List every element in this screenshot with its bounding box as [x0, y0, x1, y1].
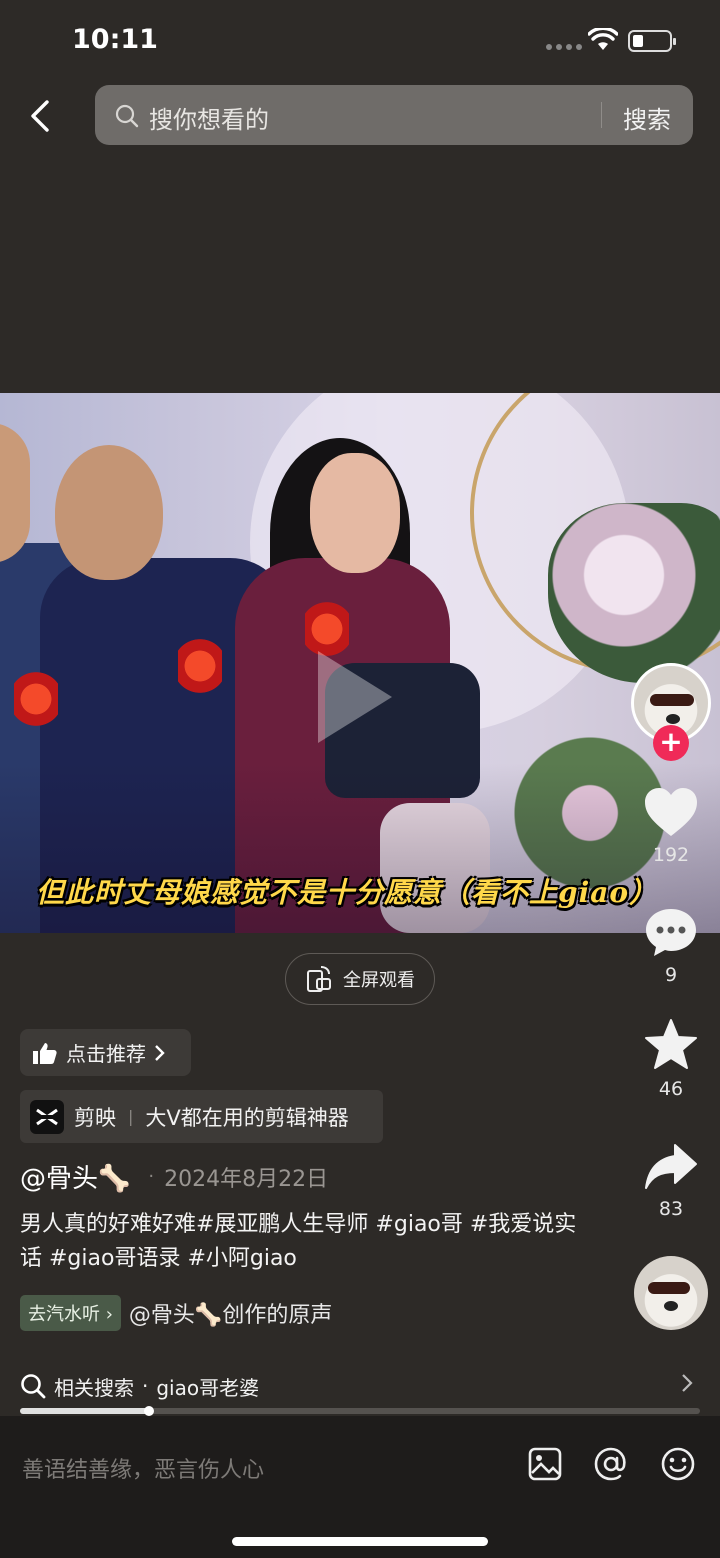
- comment-count: 9: [664, 964, 678, 986]
- battery-icon: [628, 30, 676, 52]
- author-line: @骨头🦴 · 2024年8月22日: [20, 1158, 328, 1195]
- fullscreen-label: 全屏观看: [343, 970, 415, 991]
- share-icon: [645, 1144, 697, 1189]
- capcut-ad-banner[interactable]: 剪映 | 大V都在用的剪辑神器: [20, 1090, 383, 1143]
- emoji-icon[interactable]: [660, 1446, 696, 1482]
- recommend-label: 点击推荐: [66, 1042, 146, 1066]
- music-disc-avatar[interactable]: [634, 1256, 708, 1330]
- video-subtitle: 但此时丈母娘感觉不是十分愿意（看不上giao）: [36, 876, 659, 909]
- recommend-button[interactable]: 点击推荐: [20, 1029, 191, 1076]
- comment-bar: 善语结善缘，恶言伤人心: [0, 1416, 720, 1558]
- back-icon: [31, 100, 49, 132]
- signal-icon: [546, 44, 582, 50]
- comment-button[interactable]: 9: [630, 906, 712, 986]
- like-count: 192: [652, 844, 690, 866]
- chevron-right-icon: [155, 1044, 165, 1061]
- video-player[interactable]: 但此时丈母娘感觉不是十分愿意（看不上giao）: [0, 393, 720, 933]
- comment-input[interactable]: 善语结善缘，恶言伤人心: [22, 1452, 264, 1484]
- video-progress-bar[interactable]: [20, 1406, 700, 1416]
- thumb-up-icon: [33, 1042, 57, 1064]
- search-icon: [21, 1374, 46, 1399]
- search-input[interactable]: 搜你想看的 搜索: [95, 85, 693, 145]
- comment-icon: [646, 909, 696, 956]
- search-divider: [601, 102, 602, 128]
- music-label: @骨头🦴创作的原声: [128, 1303, 333, 1328]
- chevron-right-icon: [682, 1374, 693, 1392]
- play-icon[interactable]: [318, 651, 392, 743]
- at-icon[interactable]: [593, 1446, 629, 1482]
- search-placeholder: 搜你想看的: [149, 106, 269, 134]
- favorite-button[interactable]: 46: [630, 1018, 712, 1100]
- related-search-term: giao哥老婆: [156, 1375, 260, 1400]
- related-search-row[interactable]: 相关搜索 · giao哥老婆: [20, 1368, 700, 1404]
- share-button[interactable]: 83: [630, 1142, 712, 1220]
- search-icon: [115, 104, 139, 128]
- share-count: 83: [658, 1198, 684, 1220]
- wifi-icon: [588, 28, 618, 50]
- search-button[interactable]: 搜索: [623, 100, 671, 135]
- capcut-slogan: 大V都在用的剪辑神器: [145, 1105, 349, 1130]
- corsage: [14, 668, 58, 730]
- capcut-name: 剪映: [74, 1105, 116, 1130]
- rotate-screen-icon: [307, 966, 331, 992]
- star-icon: [645, 1019, 697, 1069]
- fullscreen-button[interactable]: 全屏观看: [285, 953, 435, 1005]
- progress-fill: [20, 1408, 150, 1414]
- like-button[interactable]: 192: [630, 786, 712, 866]
- home-indicator[interactable]: [232, 1537, 488, 1546]
- follow-button[interactable]: +: [653, 725, 689, 761]
- music-row[interactable]: 去汽水听 › @骨头🦴创作的原声: [20, 1295, 332, 1331]
- author-name[interactable]: @骨头🦴: [20, 1158, 130, 1195]
- post-date: 2024年8月22日: [164, 1166, 329, 1192]
- back-button[interactable]: [22, 96, 58, 136]
- capcut-logo: [30, 1099, 64, 1134]
- image-icon[interactable]: [527, 1446, 563, 1482]
- progress-knob[interactable]: [144, 1406, 155, 1416]
- listen-in-qishui-tag[interactable]: 去汽水听 ›: [20, 1295, 121, 1331]
- video-caption[interactable]: 男人真的好难好难#展亚鹏人生导师 #giao哥 #我爱说实话 #giao哥语录 …: [20, 1208, 580, 1276]
- favorite-count: 46: [658, 1078, 684, 1100]
- status-time: 10:11: [72, 24, 158, 55]
- corsage: [178, 635, 222, 697]
- heart-icon: [645, 788, 697, 836]
- related-search-prefix: 相关搜索: [54, 1375, 134, 1400]
